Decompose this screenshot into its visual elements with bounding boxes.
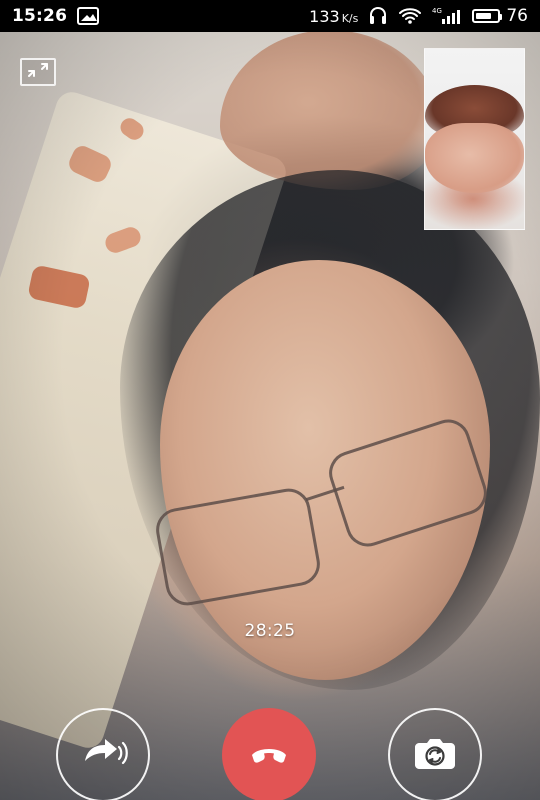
minimize-icon xyxy=(25,60,51,84)
switch-to-audio-icon xyxy=(77,733,129,777)
status-bar: 15:26 133 K/s 4G 76 xyxy=(0,0,540,32)
pip-face-shape xyxy=(425,123,524,193)
headphones-icon xyxy=(368,6,388,26)
battery-fill xyxy=(476,13,491,19)
cellular-signal-icon: 4G xyxy=(432,6,462,26)
status-left: 15:26 xyxy=(12,6,100,26)
network-rate-unit: K/s xyxy=(341,11,359,25)
call-controls xyxy=(0,660,540,800)
wifi-icon xyxy=(398,6,422,26)
switch-to-audio-button[interactable] xyxy=(56,708,150,800)
switch-camera-icon xyxy=(409,731,461,779)
self-video-preview[interactable] xyxy=(424,48,525,230)
status-right: 133 K/s 4G 76 xyxy=(309,6,528,26)
call-timer: 28:25 xyxy=(244,621,296,641)
image-icon xyxy=(77,6,100,26)
network-rate: 133 K/s xyxy=(309,7,358,26)
video-call-screen: 15:26 133 K/s 4G 76 28:25 xyxy=(0,0,540,800)
network-type-label: 4G xyxy=(432,7,442,15)
minimize-button[interactable] xyxy=(20,58,56,86)
battery-status: 76 xyxy=(472,6,528,26)
switch-camera-button[interactable] xyxy=(388,708,482,800)
phone-hangup-icon xyxy=(246,739,292,771)
network-rate-value: 133 xyxy=(309,6,340,26)
battery-icon xyxy=(472,9,503,23)
battery-percent: 76 xyxy=(506,6,528,26)
hang-up-button[interactable] xyxy=(222,708,316,800)
status-time: 15:26 xyxy=(12,6,68,26)
